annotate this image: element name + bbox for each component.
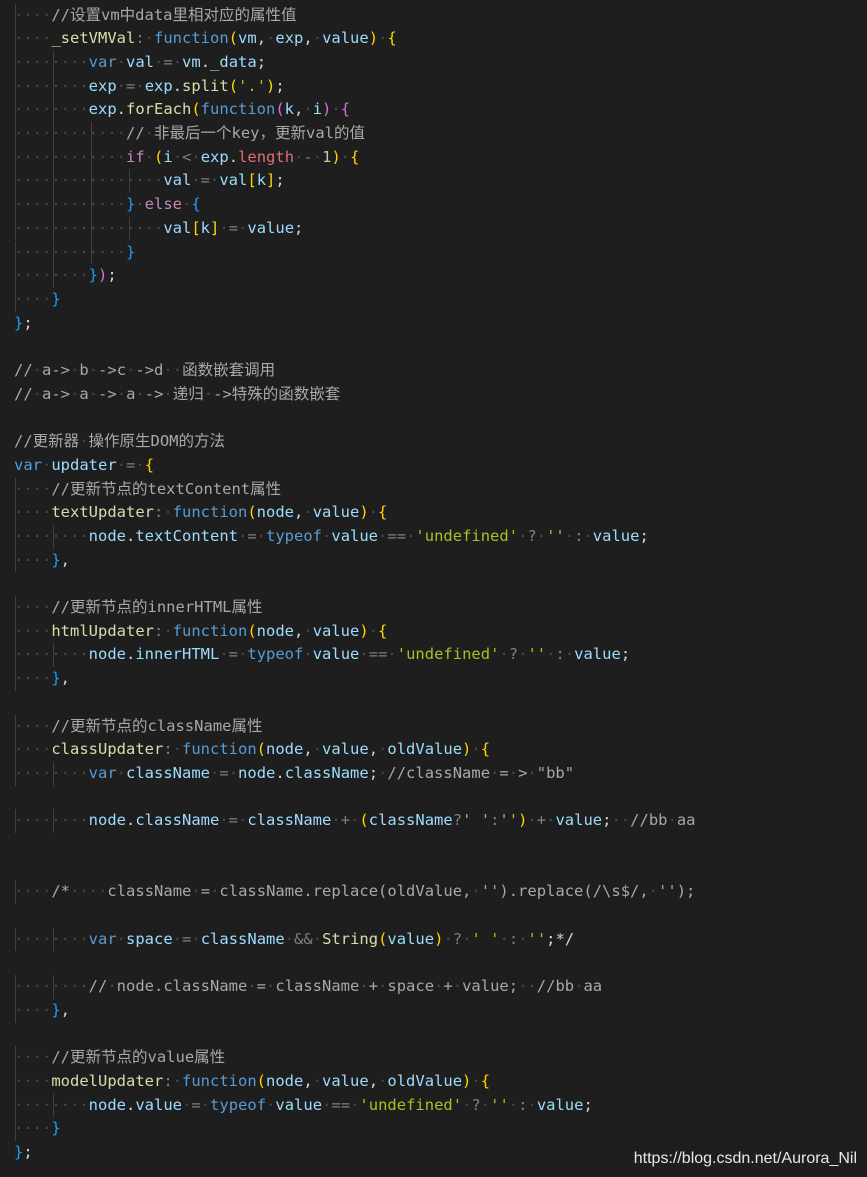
code-line: ····//更新节点的textContent属性 bbox=[14, 479, 282, 498]
indent-guide bbox=[15, 809, 16, 833]
indent-guide bbox=[15, 240, 16, 265]
code-line: ········exp.forEach(function(k,·i)·{ bbox=[14, 100, 351, 119]
code-line: ············//·非最后一个key，更新val的值 bbox=[14, 124, 365, 142]
indent-guide bbox=[15, 1117, 16, 1142]
indent-guide bbox=[53, 761, 54, 786]
code-line: ········exp·=·exp.split('.'); bbox=[14, 76, 285, 95]
code-line: ····}, bbox=[14, 669, 71, 688]
indent-guide bbox=[53, 1093, 54, 1118]
indent-guide bbox=[15, 3, 16, 28]
code-line: ····modelUpdater:·function(node,·value,·… bbox=[14, 1072, 491, 1090]
indent-guide bbox=[129, 169, 130, 194]
indent-guide bbox=[15, 880, 16, 905]
code-line: ········//·node.className·=·className·+·… bbox=[14, 977, 603, 996]
code-line: ····/*····className·=·className.replace(… bbox=[14, 882, 696, 901]
indent-guide bbox=[91, 145, 92, 170]
indent-guide bbox=[53, 264, 54, 288]
code-line: //更新器·操作原生DOM的方法 bbox=[14, 432, 226, 451]
indent-guide bbox=[53, 50, 54, 75]
indent-guide bbox=[53, 240, 54, 265]
indent-guide bbox=[91, 122, 92, 146]
indent-guide bbox=[53, 524, 54, 549]
indent-guide bbox=[15, 975, 16, 999]
indent-guide bbox=[15, 169, 16, 194]
indent-guide bbox=[15, 264, 16, 288]
indent-guide bbox=[53, 643, 54, 668]
indent-guide bbox=[53, 927, 54, 952]
watermark-text: https://blog.csdn.net/Aurora_Nil bbox=[633, 1150, 857, 1167]
code-line: ····} bbox=[14, 289, 61, 308]
code-line: ····classUpdater:·function(node,·value,·… bbox=[14, 740, 491, 759]
code-line: }; bbox=[14, 313, 33, 332]
indent-guide bbox=[15, 145, 16, 170]
indent-guide bbox=[53, 193, 54, 217]
indent-guide bbox=[15, 74, 16, 99]
code-line: ········var·className·=·node.className;·… bbox=[14, 763, 575, 782]
indent-guide bbox=[15, 596, 16, 620]
indent-guide bbox=[15, 524, 16, 549]
indent-guide bbox=[15, 667, 16, 691]
indent-guide bbox=[15, 477, 16, 502]
indent-guide bbox=[15, 548, 16, 573]
code-line: //·a->·b·->c·->d··函数嵌套调用 bbox=[14, 361, 276, 379]
indent-guide bbox=[53, 98, 54, 122]
code-line: ········node.className·=·className·+·(cl… bbox=[14, 811, 696, 830]
indent-guide bbox=[15, 619, 16, 644]
code-line: ····}, bbox=[14, 1000, 71, 1019]
indent-guide bbox=[15, 714, 16, 739]
code-line: ············}·else·{ bbox=[14, 195, 201, 214]
code-line: var·updater·=·{ bbox=[14, 455, 155, 474]
code-line: ········var·val·=·vm._data; bbox=[14, 52, 267, 71]
code-line: ········}); bbox=[14, 266, 117, 285]
code-line: ················val[k]·=·value; bbox=[14, 218, 304, 237]
indent-guide bbox=[15, 122, 16, 146]
indent-guide bbox=[91, 193, 92, 217]
code-line: ····}, bbox=[14, 550, 71, 569]
indent-guide bbox=[15, 98, 16, 122]
code-line: ····//设置vm中data里相对应的属性值 bbox=[14, 5, 297, 24]
indent-guide bbox=[15, 643, 16, 668]
code-line: ················val·=·val[k]; bbox=[14, 171, 285, 190]
indent-guide bbox=[15, 927, 16, 952]
code-line: ········node.textContent·=·typeof·value·… bbox=[14, 526, 649, 545]
indent-guide bbox=[129, 216, 130, 241]
indent-guide bbox=[91, 169, 92, 194]
indent-guide bbox=[53, 216, 54, 241]
indent-guide bbox=[53, 122, 54, 146]
indent-guide bbox=[15, 193, 16, 217]
code-line: ····//更新节点的value属性 bbox=[14, 1048, 226, 1067]
code-line: ····textUpdater:·function(node,·value)·{ bbox=[14, 503, 388, 522]
indent-guide bbox=[91, 240, 92, 265]
indent-guide bbox=[53, 975, 54, 999]
indent-guide bbox=[15, 738, 16, 762]
code-line: ········var·space·=·className·&&·String(… bbox=[14, 929, 575, 948]
indent-guide bbox=[15, 1070, 16, 1094]
indent-guide bbox=[53, 74, 54, 99]
indent-guide bbox=[53, 809, 54, 833]
indent-guide bbox=[91, 216, 92, 241]
code-editor[interactable]: ····//设置vm中data里相对应的属性值 ····_setVMVal:·fu… bbox=[0, 0, 867, 1177]
indent-guide bbox=[53, 145, 54, 170]
code-line: ····//更新节点的className属性 bbox=[14, 716, 263, 735]
indent-guide bbox=[15, 50, 16, 75]
code-line: ····htmlUpdater:·function(node,·value)·{ bbox=[14, 621, 388, 640]
indent-guide bbox=[15, 998, 16, 1023]
code-line: }; bbox=[14, 1143, 33, 1162]
code-line: ········node.innerHTML·=·typeof·value·==… bbox=[14, 645, 631, 664]
indent-guide bbox=[53, 169, 54, 194]
code-line: //·a->·a·->·a·->·递归·->特殊的函数嵌套 bbox=[14, 384, 341, 403]
indent-guide bbox=[15, 216, 16, 241]
indent-guide bbox=[15, 287, 16, 312]
code-line: ············} bbox=[14, 242, 136, 261]
indent-guide bbox=[15, 1093, 16, 1118]
indent-guide bbox=[15, 501, 16, 525]
code-line: ········node.value·=·typeof·value·==·'un… bbox=[14, 1095, 593, 1114]
code-line: ····_setVMVal:·function(vm,·exp,·value)·… bbox=[14, 29, 397, 48]
code-line: ····//更新节点的innerHTML属性 bbox=[14, 598, 263, 616]
indent-guide bbox=[15, 27, 16, 51]
indent-guide bbox=[15, 761, 16, 786]
indent-guide bbox=[15, 1046, 16, 1070]
code-line: ············if·(i·<·exp.length·-·1)·{ bbox=[14, 147, 360, 166]
code-line: ····} bbox=[14, 1119, 61, 1138]
